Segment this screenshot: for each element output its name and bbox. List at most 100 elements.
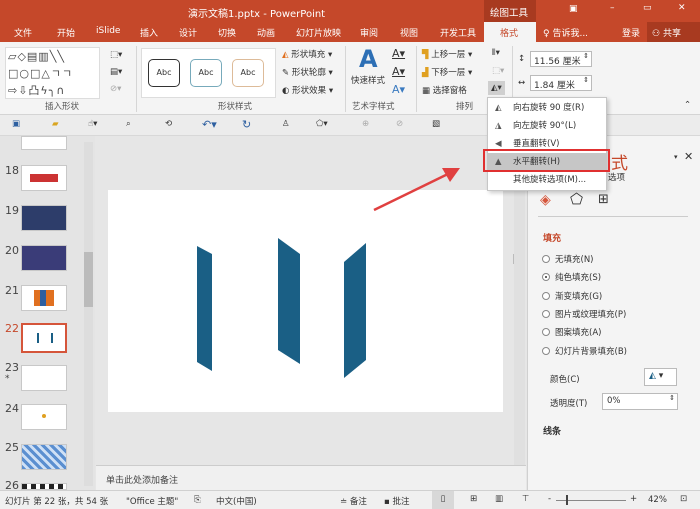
open-icon[interactable]: ▰ — [52, 119, 59, 129]
fill-section-header[interactable]: 填充 — [543, 231, 561, 244]
wordart-a-icon[interactable]: A — [359, 45, 378, 73]
textbox-icon[interactable]: ▤▾ — [110, 67, 122, 77]
text-outline-icon[interactable]: A▾ — [392, 65, 405, 78]
tab-islide[interactable]: iSlide — [96, 26, 120, 36]
touch-mode-icon[interactable]: ☝▾ — [88, 119, 97, 129]
tab-format[interactable]: 格式 — [500, 26, 518, 39]
slide-thumbnail-17[interactable] — [21, 136, 67, 150]
collapse-ribbon-icon[interactable]: ⌃ — [684, 100, 691, 110]
slide-thumbnail-25[interactable] — [21, 444, 67, 470]
shapes-icon[interactable]: ⬠▾ — [316, 119, 328, 129]
radio-picture-fill[interactable]: 图片或纹理填充(P) — [542, 308, 626, 320]
zoom-slider-thumb[interactable] — [566, 495, 568, 505]
save-icon[interactable]: ▣ — [12, 119, 20, 129]
menu-item-more-rotation[interactable]: 其他旋转选项(M)... — [488, 171, 606, 189]
shape-outline-button[interactable]: ✎ 形状轮廓 ▾ — [282, 66, 333, 78]
rotate-button[interactable]: ◭▾ — [488, 81, 505, 95]
radio-background-fill[interactable]: 幻灯片背景填充(B) — [542, 345, 627, 357]
tab-transitions[interactable]: 切换 — [218, 26, 236, 39]
parallelogram-shape[interactable] — [197, 246, 212, 371]
notes-button[interactable]: ≐ 备注 — [340, 495, 367, 507]
language[interactable]: 中文(中国) — [216, 495, 257, 507]
tab-review[interactable]: 审阅 — [360, 26, 378, 39]
menu-item-rotate-left[interactable]: ◮ 向左旋转 90°(L) — [488, 117, 606, 135]
radio-solid-fill[interactable]: 纯色填充(S) — [542, 271, 601, 283]
tab-animations[interactable]: 动画 — [257, 26, 275, 39]
tell-me-search[interactable]: ♀ 告诉我... — [543, 26, 588, 39]
fill-line-tab-icon[interactable]: ◈ — [540, 192, 551, 208]
slide-thumbnail-26[interactable] — [21, 483, 67, 490]
parallelogram-shape[interactable] — [278, 238, 300, 364]
redo-icon[interactable]: ↻ — [242, 118, 251, 131]
fit-to-window-icon[interactable]: ⊡ — [680, 494, 687, 504]
pane-close-icon[interactable]: ✕ — [684, 150, 693, 163]
tab-file[interactable]: 文件 — [14, 26, 32, 39]
picture-icon[interactable]: ▧ — [432, 119, 440, 129]
style-sample[interactable]: Abc — [232, 59, 264, 87]
reading-view-icon[interactable]: ▥ — [495, 494, 503, 504]
height-spinner[interactable]: ⇕ — [583, 52, 589, 60]
slide-thumbnail-23[interactable] — [21, 365, 67, 391]
zoom-in-button[interactable]: + — [630, 494, 637, 504]
align-icon[interactable]: ⫴▾ — [492, 48, 500, 58]
tab-view[interactable]: 视图 — [400, 26, 418, 39]
user-icon[interactable]: ♙ — [282, 119, 290, 129]
size-properties-tab-icon[interactable]: ⊞ — [598, 192, 609, 207]
style-sample[interactable]: Abc — [190, 59, 222, 87]
slide-thumbnail-22[interactable] — [21, 323, 67, 353]
bring-forward-button[interactable]: ▜ 上移一层 ▾ — [422, 48, 472, 60]
normal-view-icon[interactable]: ▯ — [432, 491, 454, 509]
maximize-button[interactable]: ▭ — [643, 3, 652, 13]
slide-thumbnail-19[interactable] — [21, 205, 67, 231]
tab-insert[interactable]: 插入 — [140, 26, 158, 39]
shape-fill-button[interactable]: ◭ 形状填充 ▾ — [282, 48, 332, 60]
radio-no-fill[interactable]: 无填充(N) — [542, 253, 594, 265]
quick-styles-button[interactable]: 快速样式 — [351, 74, 385, 86]
preview-icon[interactable]: ⌕ — [126, 119, 131, 129]
text-effects-icon[interactable]: A▾ — [392, 83, 405, 96]
spellcheck-icon[interactable]: ⎘ — [194, 495, 201, 505]
color-picker-button[interactable]: ◭ ▾ — [644, 368, 677, 386]
shape-effects-button[interactable]: ◐ 形状效果 ▾ — [282, 84, 333, 96]
zoom-level[interactable]: 42% — [648, 495, 667, 505]
edit-shape-icon[interactable]: ⬚▾ — [110, 50, 122, 60]
parallelogram-shape[interactable] — [344, 243, 366, 378]
share-button[interactable]: ⚇ 共享 — [652, 26, 681, 39]
zoom-out-button[interactable]: - — [548, 494, 551, 504]
login-button[interactable]: 登录 — [622, 26, 640, 39]
transparency-input[interactable]: 0% ⇕ — [602, 393, 678, 410]
slideshow-icon[interactable]: ⊤ — [522, 494, 529, 504]
tab-developer[interactable]: 开发工具 — [440, 26, 476, 39]
undo-icon[interactable]: ↶▾ — [202, 118, 217, 131]
tab-design[interactable]: 设计 — [179, 26, 197, 39]
slide-thumbnail-21[interactable] — [21, 285, 67, 311]
minimize-button[interactable]: – — [610, 3, 615, 13]
menu-item-rotate-right[interactable]: ◭ 向右旋转 90 度(R) — [488, 99, 606, 117]
effects-tab-icon[interactable]: ⬠ — [570, 190, 583, 208]
ribbon-display-icon[interactable]: ▣ — [569, 4, 578, 14]
width-spinner[interactable]: ⇕ — [583, 76, 589, 84]
notes-area[interactable]: 单击此处添加备注 — [96, 465, 526, 490]
radio-gradient-fill[interactable]: 渐变填充(G) — [542, 290, 602, 302]
send-backward-button[interactable]: ▟ 下移一层 ▾ — [422, 66, 472, 78]
slide-canvas[interactable] — [108, 190, 503, 412]
text-fill-icon[interactable]: A▾ — [392, 47, 405, 60]
width-input[interactable]: 1.84 厘米 ⇕ — [530, 75, 592, 91]
pane-options-icon[interactable]: ▾ — [674, 153, 678, 161]
tab-slideshow[interactable]: 幻灯片放映 — [296, 26, 341, 39]
style-sample[interactable]: Abc — [148, 59, 180, 87]
comments-button[interactable]: ▪ 批注 — [384, 495, 409, 507]
thumbnail-scrollbar[interactable] — [84, 142, 93, 486]
transparency-spinner[interactable]: ⇕ — [669, 394, 675, 402]
format-painter-icon[interactable]: ⟲ — [165, 119, 172, 129]
selection-pane-button[interactable]: ▦ 选择窗格 — [422, 84, 467, 96]
tab-home[interactable]: 开始 — [57, 26, 75, 39]
shape-gallery[interactable]: ▱◇▤▥╲╲ □○□△ㄱㄱ ⇨⇩凸ϟ╮∩ — [5, 47, 100, 99]
line-section-header[interactable]: 线条 — [543, 424, 561, 437]
height-input[interactable]: 11.56 厘米 ⇕ — [530, 51, 592, 67]
slide-thumbnail-24[interactable] — [21, 404, 67, 430]
slide-thumbnail-20[interactable] — [21, 245, 67, 271]
radio-pattern-fill[interactable]: 图案填充(A) — [542, 326, 601, 338]
slide-thumbnail-18[interactable] — [21, 165, 67, 191]
close-button[interactable]: ✕ — [678, 3, 686, 13]
